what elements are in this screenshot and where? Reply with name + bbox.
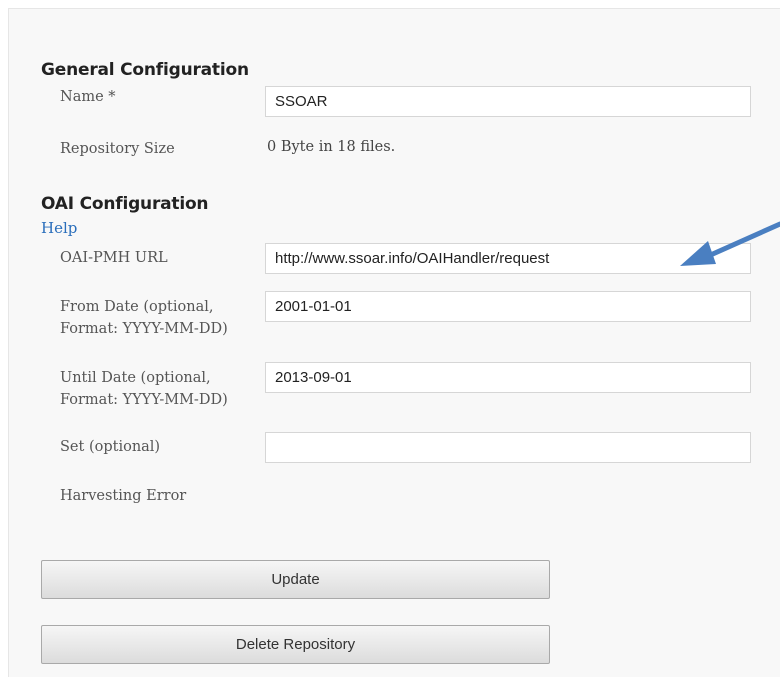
update-button[interactable]: Update [41, 560, 550, 599]
oai-pmh-url-input[interactable] [265, 243, 751, 274]
until-date-input[interactable] [265, 362, 751, 393]
repository-size-value: 0 Byte in 18 files. [267, 139, 396, 155]
oai-pmh-url-label: OAI-PMH URL [60, 250, 168, 266]
from-date-label: From Date (optional, Format: YYYY-MM-DD) [60, 296, 260, 340]
help-link[interactable]: Help [41, 219, 77, 237]
set-label: Set (optional) [60, 439, 161, 455]
delete-repository-button[interactable]: Delete Repository [41, 625, 550, 664]
until-date-label-line1: Until Date (optional, [60, 370, 211, 386]
from-date-input[interactable] [265, 291, 751, 322]
name-input[interactable] [265, 86, 751, 117]
general-configuration-heading: General Configuration [41, 60, 249, 80]
oai-configuration-heading: OAI Configuration [41, 194, 209, 214]
repository-size-label: Repository Size [60, 141, 175, 157]
from-date-label-line2: Format: YYYY-MM-DD) [60, 321, 228, 337]
until-date-label: Until Date (optional, Format: YYYY-MM-DD… [60, 367, 260, 411]
until-date-label-line2: Format: YYYY-MM-DD) [60, 392, 228, 408]
name-label: Name * [60, 89, 116, 105]
set-input[interactable] [265, 432, 751, 463]
from-date-label-line1: From Date (optional, [60, 299, 214, 315]
harvesting-error-label: Harvesting Error [60, 488, 187, 504]
